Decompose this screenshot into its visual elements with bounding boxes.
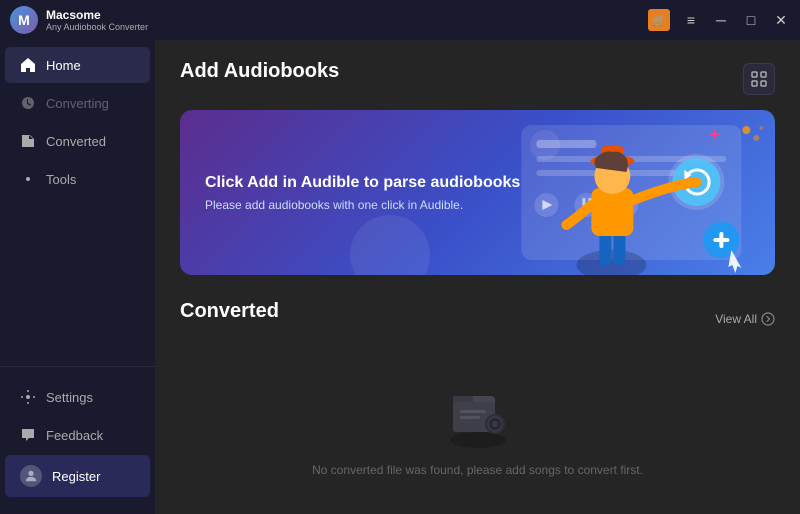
- sidebar-converted-label: Converted: [46, 134, 106, 149]
- scan-icon: [751, 71, 767, 87]
- content-area: Add Audiobooks Click Add in Audible to p…: [155, 40, 800, 514]
- main-layout: Home Converting Converted Tools: [0, 40, 800, 514]
- app-logo: M: [10, 6, 38, 34]
- banner-text-block: Click Add in Audible to parse audiobooks…: [180, 154, 545, 232]
- user-avatar: [20, 465, 42, 487]
- maximize-button[interactable]: □: [742, 11, 760, 29]
- banner-subtitle: Please add audiobooks with one click in …: [205, 198, 520, 212]
- minimize-button[interactable]: ─: [712, 11, 730, 29]
- sidebar-feedback-label: Feedback: [46, 428, 103, 443]
- menu-button[interactable]: ≡: [682, 11, 700, 29]
- add-audiobooks-header: Add Audiobooks: [180, 60, 775, 98]
- sidebar-nav: Home Converting Converted Tools: [0, 40, 155, 366]
- app-branding: M Macsome Any Audiobook Converter: [10, 6, 148, 34]
- empty-state: No converted file was found, please add …: [180, 358, 775, 507]
- converting-icon: [20, 95, 36, 111]
- register-label: Register: [52, 469, 100, 484]
- empty-text: No converted file was found, please add …: [312, 463, 643, 477]
- sidebar-item-converting: Converting: [5, 85, 150, 121]
- view-all-button[interactable]: View All: [715, 312, 775, 326]
- register-button[interactable]: Register: [5, 455, 150, 497]
- tools-icon: [20, 171, 36, 187]
- sidebar-converting-label: Converting: [46, 96, 109, 111]
- add-audiobooks-title: Add Audiobooks: [180, 60, 339, 83]
- app-subtitle: Any Audiobook Converter: [46, 22, 148, 32]
- home-icon: [20, 57, 36, 73]
- sidebar-item-tools[interactable]: Tools: [5, 161, 150, 197]
- window-controls: 🛒 ≡ ─ □ ✕: [648, 9, 790, 31]
- sidebar-home-label: Home: [46, 58, 81, 73]
- app-name: Macsome: [46, 8, 148, 22]
- close-button[interactable]: ✕: [772, 11, 790, 29]
- feedback-icon: [20, 427, 36, 443]
- sidebar-item-home[interactable]: Home: [5, 47, 150, 83]
- cart-button[interactable]: 🛒: [648, 9, 670, 31]
- sidebar-tools-label: Tools: [46, 172, 76, 187]
- sidebar-bottom: Settings Feedback Register: [0, 366, 155, 514]
- banner-headline: Click Add in Audible to parse audiobooks: [205, 174, 520, 192]
- chevron-right-icon: [761, 312, 775, 326]
- sidebar-item-feedback[interactable]: Feedback: [5, 417, 150, 453]
- title-bar: M Macsome Any Audiobook Converter 🛒 ≡ ─ …: [0, 0, 800, 40]
- sidebar: Home Converting Converted Tools: [0, 40, 155, 514]
- scan-button[interactable]: [743, 63, 775, 95]
- view-all-label: View All: [715, 312, 757, 326]
- converted-section-header: Converted View All: [180, 300, 775, 338]
- sidebar-item-settings[interactable]: Settings: [5, 379, 150, 415]
- user-icon: [24, 469, 38, 483]
- converted-icon: [20, 133, 36, 149]
- svg-text:+: +: [710, 124, 721, 144]
- add-audiobooks-banner: Click Add in Audible to parse audiobooks…: [180, 110, 775, 275]
- converted-title: Converted: [180, 300, 279, 323]
- empty-state-icon: [443, 378, 513, 448]
- sidebar-settings-label: Settings: [46, 390, 93, 405]
- sidebar-item-converted[interactable]: Converted: [5, 123, 150, 159]
- settings-icon: [20, 389, 36, 405]
